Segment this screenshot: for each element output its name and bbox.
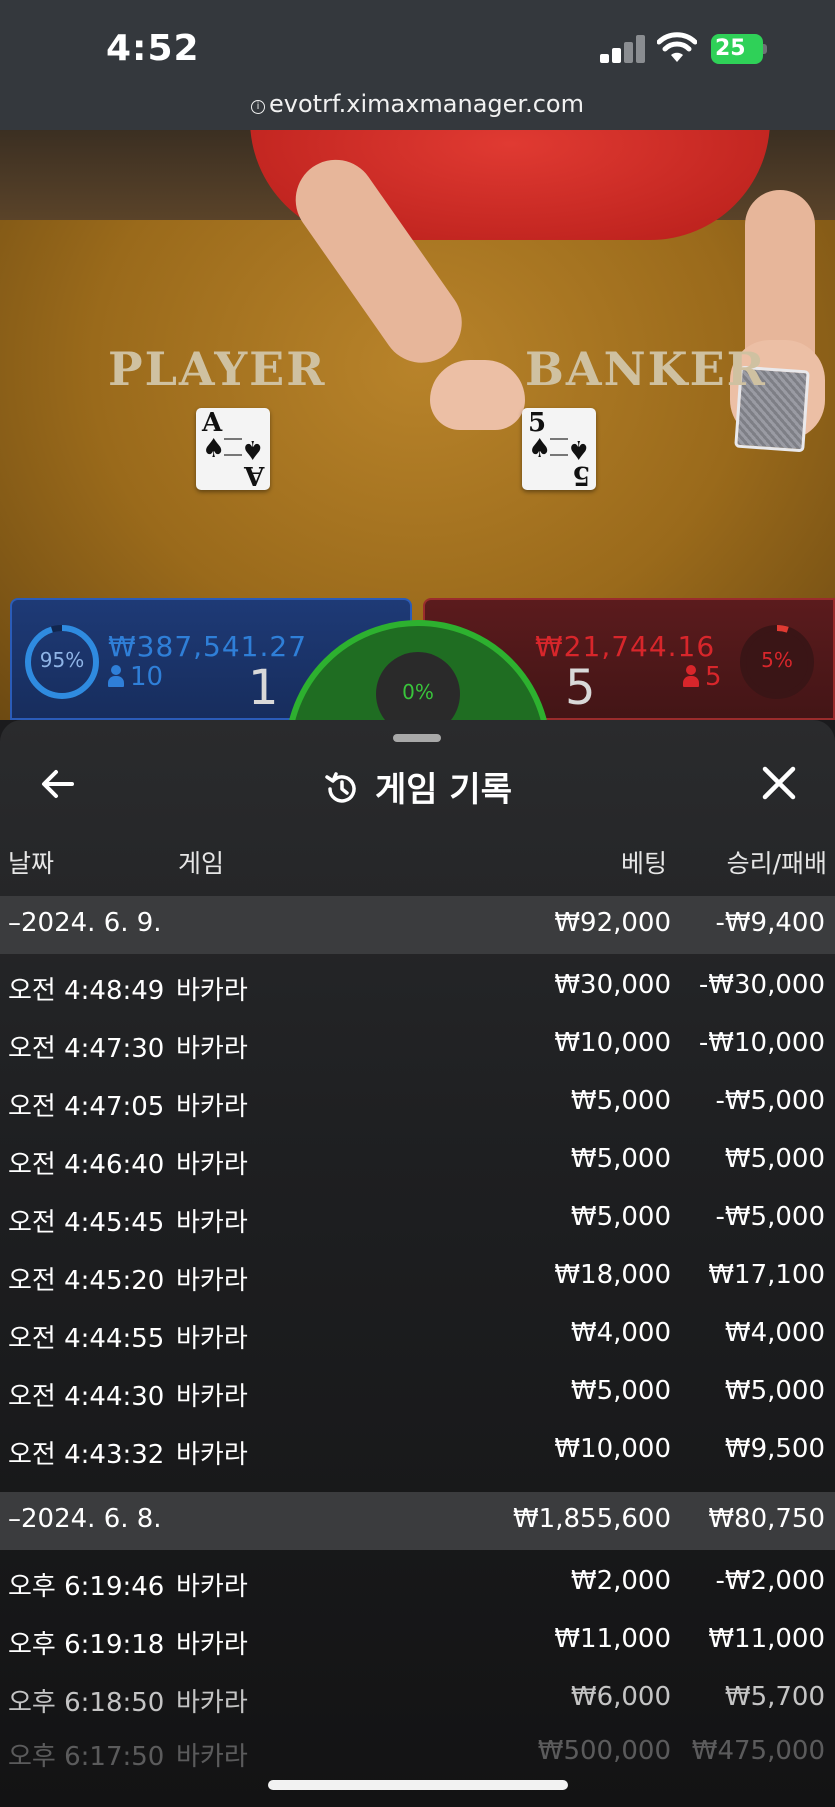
wifi-icon — [657, 32, 697, 62]
status-time: 4:52 — [106, 28, 200, 69]
battery-icon: 25 — [711, 34, 767, 64]
table-row[interactable]: 오전 4:43:32 바카라 ₩10,000 ₩9,500 — [0, 1422, 835, 1480]
banker-card: 5 ♠ 5 ♠ — [522, 408, 596, 490]
history-icon — [325, 772, 356, 803]
table-row[interactable]: 오전 4:46:40 바카라 ₩5,000 ₩5,000 — [0, 1132, 835, 1190]
table-row[interactable]: 오전 4:47:05 바카라 ₩5,000 -₩5,000 — [0, 1074, 835, 1132]
player-percent: 95% — [39, 648, 85, 672]
table-row[interactable]: 오전 4:45:20 바카라 ₩18,000 ₩17,100 — [0, 1248, 835, 1306]
close-icon[interactable] — [758, 762, 800, 804]
table-row[interactable]: 오후 6:18:50 바카라 ₩6,000 ₩5,700 — [0, 1670, 835, 1728]
player-card: A ♠ A ♠ — [196, 408, 270, 490]
battery-level: 25 — [715, 36, 746, 61]
date-group-header[interactable]: –2024. 6. 8. ₩1,855,600 ₩80,750 — [0, 1492, 835, 1550]
table-row[interactable]: 오후 6:19:46 바카라 ₩2,000 -₩2,000 — [0, 1554, 835, 1612]
sheet-grabber[interactable] — [393, 734, 441, 742]
cellular-signal-icon — [600, 35, 646, 63]
table-row[interactable]: 오전 4:44:55 바카라 ₩4,000 ₩4,000 — [0, 1306, 835, 1364]
player-bet-amount: ₩387,541.27 — [108, 630, 308, 663]
column-header-bet[interactable]: 베팅 — [621, 844, 667, 880]
table-row[interactable]: 오전 4:47:30 바카라 ₩10,000 -₩10,000 — [0, 1016, 835, 1074]
table-row[interactable]: 오전 4:45:45 바카라 ₩5,000 -₩5,000 — [0, 1190, 835, 1248]
url-text: evotrf.ximaxmanager.com — [269, 90, 584, 118]
column-header-result[interactable]: 승리/패배 — [727, 844, 827, 880]
column-header-game[interactable]: 게임 — [178, 844, 224, 880]
tie-percent: 0% — [402, 680, 434, 704]
banker-percent: 5% — [761, 648, 793, 672]
player-count: 10 — [108, 662, 163, 692]
banker-table-label: BANKER — [525, 342, 767, 396]
home-indicator[interactable] — [268, 1780, 568, 1790]
column-header-date[interactable]: 날짜 — [8, 844, 54, 880]
player-percent-ring: 95% — [24, 624, 100, 700]
person-icon — [683, 665, 699, 687]
table-row[interactable]: 오후 6:17:50 바카라 ₩500,000 ₩475,000 — [0, 1724, 835, 1782]
table-row[interactable]: 오전 4:48:49 바카라 ₩30,000 -₩30,000 — [0, 958, 835, 1016]
banker-score: 5 — [565, 660, 596, 716]
sheet-title: 게임 기록 — [0, 762, 835, 811]
banker-count: 5 — [683, 662, 722, 692]
banker-bet-amount: ₩21,744.16 — [535, 630, 716, 663]
player-table-label: PLAYER — [108, 342, 327, 396]
player-score: 1 — [248, 660, 279, 716]
table-row[interactable]: 오후 6:19:18 바카라 ₩11,000 ₩11,000 — [0, 1612, 835, 1670]
url-bar[interactable]: i evotrf.ximaxmanager.com — [0, 90, 835, 118]
info-icon[interactable]: i — [251, 100, 265, 114]
game-history-sheet: 게임 기록 날짜 게임 베팅 승리/패배 –2024. 6. 9. ₩92,00… — [0, 720, 835, 1807]
table-row[interactable]: 오전 4:44:30 바카라 ₩5,000 ₩5,000 — [0, 1364, 835, 1422]
person-icon — [108, 665, 124, 687]
status-bar: 4:52 25 i evotrf.ximaxmanager.com — [0, 0, 835, 130]
date-group-header[interactable]: –2024. 6. 9. ₩92,000 -₩9,400 — [0, 896, 835, 954]
banker-percent-ring: 5% — [739, 624, 815, 700]
